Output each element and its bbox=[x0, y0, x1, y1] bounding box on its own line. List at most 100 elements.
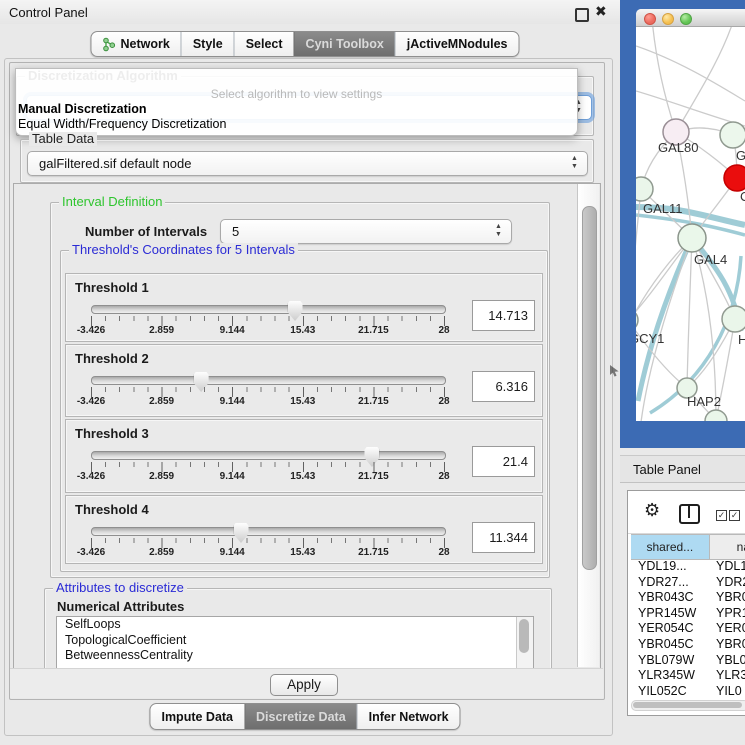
table-panel-title: Table Panel bbox=[633, 462, 701, 477]
close-panel-icon[interactable]: ✖ bbox=[595, 3, 607, 20]
thresholds-group: Threshold's Coordinates for 5 Intervals … bbox=[60, 250, 548, 572]
table-row[interactable]: YDR27...YDR2 bbox=[631, 575, 745, 591]
apply-footer: Apply bbox=[10, 668, 603, 698]
node-label: GAL11 bbox=[643, 201, 683, 216]
close-window-icon[interactable] bbox=[644, 13, 656, 25]
network-node-g[interactable] bbox=[720, 122, 745, 148]
attributes-list-scrollbar-thumb[interactable] bbox=[519, 619, 529, 653]
attributes-group-label: Attributes to discretize bbox=[53, 581, 187, 595]
table-data-group-label: Table Data bbox=[29, 132, 97, 146]
mouse-cursor bbox=[609, 364, 621, 378]
bottom-tab-discretize-data[interactable]: Discretize Data bbox=[244, 704, 357, 729]
tick-label: -3.426 bbox=[77, 547, 105, 558]
popup-item-manual-discretization[interactable]: Manual Discretization bbox=[18, 102, 147, 116]
popup-item-equal-width-frequency[interactable]: Equal Width/Frequency Discretization bbox=[18, 117, 226, 131]
tick-label: 21.715 bbox=[358, 547, 389, 558]
node-label: HAP2 bbox=[687, 394, 721, 409]
tab-jactivemnodules[interactable]: jActiveMNodules bbox=[395, 32, 519, 56]
checkbox-icon[interactable]: ✓ bbox=[729, 510, 740, 521]
network-edge[interactable] bbox=[687, 238, 692, 388]
zoom-window-icon[interactable] bbox=[680, 13, 692, 25]
network-edge[interactable] bbox=[636, 46, 745, 101]
table-body: YDL19...YDL1YDR27...YDR2YBR043CYBR0YPR14… bbox=[631, 559, 745, 699]
network-icon bbox=[102, 37, 115, 52]
tick-label: 2.859 bbox=[149, 547, 174, 558]
float-panel-icon[interactable] bbox=[575, 8, 589, 22]
table-row[interactable]: YLR345WYLR3 bbox=[631, 668, 745, 684]
tick-label: 21.715 bbox=[358, 471, 389, 482]
slider-scale-labels: -3.4262.8599.14415.4321.71528 bbox=[66, 547, 542, 559]
numerical-attributes-list[interactable]: SelfLoopsTopologicalCoefficientBetweenne… bbox=[56, 616, 534, 670]
network-edge[interactable] bbox=[652, 27, 676, 132]
table-row[interactable]: YDL19...YDL1 bbox=[631, 559, 745, 575]
attribute-item[interactable]: BetweennessCentrality bbox=[57, 648, 533, 664]
table-row[interactable]: YBR045CYBR0 bbox=[631, 637, 745, 653]
network-node-h[interactable] bbox=[722, 306, 745, 332]
columns-icon[interactable] bbox=[679, 504, 700, 524]
attributes-list-scrollbar[interactable] bbox=[516, 617, 533, 669]
attribute-item[interactable]: SelfLoops bbox=[57, 617, 533, 633]
tick-label: 15.43 bbox=[290, 325, 315, 336]
threshold-slider-track[interactable] bbox=[91, 527, 446, 536]
table-row[interactable]: YBR043CYBR0 bbox=[631, 590, 745, 606]
attribute-item[interactable]: TopologicalCoefficient bbox=[57, 633, 533, 649]
cell-name: YBL0 bbox=[712, 653, 745, 669]
gear-icon[interactable]: ⚙ bbox=[644, 500, 660, 521]
combobox-stepper-icon: ▲▼ bbox=[493, 223, 504, 239]
popup-placeholder-item[interactable]: Select algorithm to view settings bbox=[16, 87, 577, 101]
tick-label: -3.426 bbox=[77, 396, 105, 407]
tab-select[interactable]: Select bbox=[234, 32, 294, 56]
column-header-shared-name[interactable]: shared... bbox=[631, 535, 710, 559]
checkbox-icon[interactable]: ✓ bbox=[716, 510, 727, 521]
tick-label: 21.715 bbox=[358, 396, 389, 407]
vertical-scrollbar-thumb[interactable] bbox=[582, 206, 597, 570]
threshold-slider-track[interactable] bbox=[91, 376, 446, 385]
cell-name: YLR3 bbox=[712, 668, 745, 684]
number-of-intervals-combobox[interactable]: 5 ▲▼ bbox=[220, 219, 512, 244]
node-label: G bbox=[736, 148, 745, 163]
top-tab-bar: NetworkStyleSelectCyni ToolboxjActiveMNo… bbox=[90, 31, 519, 57]
network-node-gal4[interactable] bbox=[678, 224, 706, 252]
cell-shared-name: YDL19... bbox=[631, 559, 712, 575]
network-edge[interactable] bbox=[636, 91, 745, 126]
column-header-name[interactable]: na bbox=[710, 535, 745, 559]
table-row[interactable]: YPR145WYPR1 bbox=[631, 606, 745, 622]
slider-scale-labels: -3.4262.8599.14415.4321.71528 bbox=[66, 471, 542, 483]
threshold-value-field[interactable]: 21.4 bbox=[472, 446, 535, 477]
network-node-gcy1[interactable] bbox=[636, 309, 638, 331]
cell-shared-name: YBL079W bbox=[631, 653, 712, 669]
threshold-value-field[interactable]: 14.713 bbox=[472, 300, 535, 331]
bottom-tab-impute-data[interactable]: Impute Data bbox=[150, 704, 244, 729]
table-row[interactable]: YBL079WYBL0 bbox=[631, 653, 745, 669]
number-of-intervals-label: Number of Intervals bbox=[85, 224, 207, 239]
table-toolbar: ⚙ ✓ ✓ bbox=[628, 491, 745, 534]
table-row[interactable]: YIL052CYIL0 bbox=[631, 684, 745, 699]
tick-label: 9.144 bbox=[220, 396, 245, 407]
minimize-window-icon[interactable] bbox=[662, 13, 674, 25]
cell-name: YPR1 bbox=[712, 606, 745, 622]
horizontal-scrollbar[interactable] bbox=[631, 700, 745, 711]
vertical-scrollbar[interactable] bbox=[577, 184, 599, 667]
threshold-slider-track[interactable] bbox=[91, 451, 446, 460]
horizontal-scrollbar-thumb[interactable] bbox=[633, 702, 742, 708]
tick-label: 9.144 bbox=[220, 547, 245, 558]
threshold-label: Threshold 4 bbox=[75, 502, 149, 517]
threshold-value-field[interactable]: 6.316 bbox=[472, 371, 535, 402]
cell-shared-name: YER054C bbox=[631, 621, 712, 637]
network-node-gal11[interactable] bbox=[636, 177, 653, 201]
tab-network[interactable]: Network bbox=[91, 32, 180, 56]
table-data-combobox[interactable]: galFiltered.sif default node ▲▼ bbox=[27, 151, 588, 176]
network-canvas[interactable]: GAL80GCGAL11GAL4GCY1HHAP2 bbox=[636, 27, 745, 421]
apply-button[interactable]: Apply bbox=[270, 674, 338, 696]
cell-name: YBR0 bbox=[712, 590, 745, 606]
table-row[interactable]: YER054CYER0 bbox=[631, 621, 745, 637]
tab-style[interactable]: Style bbox=[181, 32, 234, 56]
tab-cyni-toolbox[interactable]: Cyni Toolbox bbox=[294, 32, 395, 56]
network-node-c[interactable] bbox=[724, 165, 745, 191]
bottom-tab-infer-network[interactable]: Infer Network bbox=[357, 704, 460, 729]
combobox-stepper-icon: ▲▼ bbox=[569, 155, 580, 171]
threshold-slider-track[interactable] bbox=[91, 305, 446, 314]
network-edge[interactable] bbox=[676, 27, 734, 132]
threshold-value-field[interactable]: 11.344 bbox=[472, 522, 535, 553]
tick-label: 28 bbox=[438, 547, 449, 558]
